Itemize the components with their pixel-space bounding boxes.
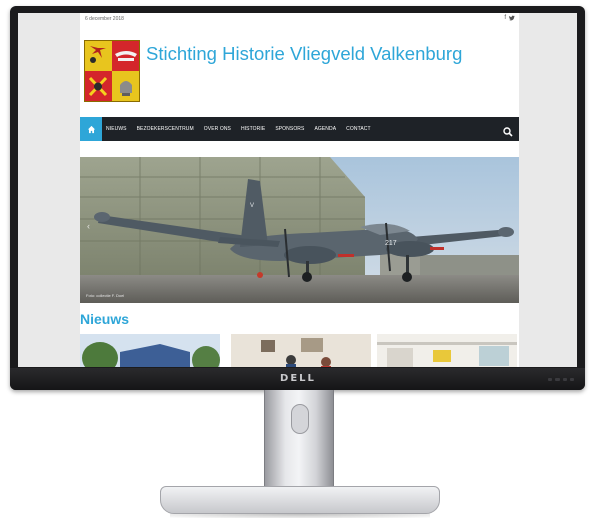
nav-item-agenda[interactable]: AGENDA [314, 126, 336, 132]
monitor-base [160, 486, 440, 514]
nav-item-bezoekerscentrum[interactable]: BEZOEKERSCENTRUM [137, 126, 194, 132]
monitor-buttons[interactable] [548, 378, 574, 381]
search-icon[interactable] [503, 124, 513, 137]
slider-prev-icon[interactable]: ‹ [87, 221, 90, 231]
news-thumbnail[interactable] [377, 334, 517, 367]
social-links: f [504, 15, 515, 23]
date-label: 6 december 2018 [85, 16, 124, 22]
website: 6 december 2018 f Stichting Historie Vli… [80, 13, 519, 367]
top-bar: 6 december 2018 f [80, 13, 519, 29]
home-icon[interactable] [80, 117, 102, 141]
site-title[interactable]: Stichting Historie Vliegveld Valkenburg [146, 43, 462, 65]
hero-caption: Foto: collectie F. Doel [86, 293, 125, 298]
nav-item-historie[interactable]: HISTORIE [241, 126, 265, 132]
hero-slider[interactable]: V 217 ‹ Foto: collectie F. Doel [80, 157, 519, 303]
coat-of-arms-logo[interactable] [84, 40, 140, 102]
cable-slot [291, 404, 309, 434]
nav-menu: NIEUWS BEZOEKERSCENTRUM OVER ONS HISTORI… [106, 117, 381, 141]
twitter-icon[interactable] [509, 15, 515, 23]
nav-item-nieuws[interactable]: NIEUWS [106, 126, 127, 132]
dell-logo: DELL [280, 373, 316, 384]
nav-item-over-ons[interactable]: OVER ONS [204, 126, 231, 132]
hero-aircraft-photo: V 217 [80, 157, 519, 303]
monitor-screen: 6 december 2018 f Stichting Historie Vli… [18, 13, 577, 367]
main-navigation: NIEUWS BEZOEKERSCENTRUM OVER ONS HISTORI… [80, 117, 519, 141]
nav-item-contact[interactable]: CONTACT [346, 126, 371, 132]
nav-item-sponsors[interactable]: SPONSORS [275, 126, 304, 132]
facebook-icon[interactable]: f [504, 15, 506, 23]
aircraft-number: 217 [385, 240, 397, 247]
news-thumbnail[interactable] [80, 334, 220, 367]
news-heading: Nieuws [80, 311, 130, 327]
tail-marking: V [250, 203, 254, 209]
news-thumbnail[interactable] [231, 334, 371, 367]
